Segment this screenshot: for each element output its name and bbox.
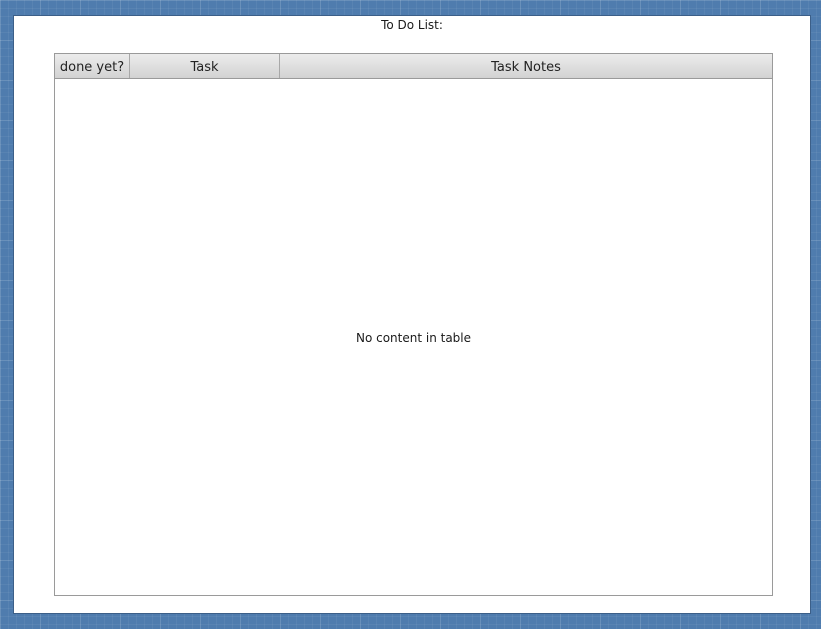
todo-table[interactable]: done yet? Task Task Notes No content in … [54, 53, 773, 596]
column-header-done-yet[interactable]: done yet? [55, 54, 130, 78]
table-header: done yet? Task Task Notes [55, 54, 772, 79]
table-body[interactable]: No content in table [55, 79, 772, 595]
column-header-task-notes[interactable]: Task Notes [280, 54, 772, 78]
app-window: To Do List: done yet? Task Task Notes No… [13, 15, 811, 614]
page-title: To Do List: [381, 18, 443, 32]
empty-table-message: No content in table [355, 331, 472, 345]
column-header-task[interactable]: Task [130, 54, 280, 78]
